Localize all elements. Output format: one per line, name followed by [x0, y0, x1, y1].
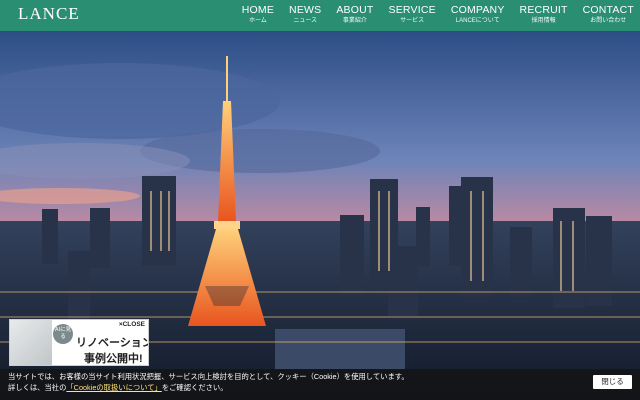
nav-sublabel: LANCEについて [455, 18, 500, 24]
nav-sublabel: お問い合わせ [590, 18, 627, 24]
site-logo[interactable]: LANCE [18, 4, 80, 24]
nav-item-about[interactable]: ABOUT 事業紹介 [336, 4, 373, 26]
nav-item-news[interactable]: NEWS ニュース [289, 4, 321, 26]
nav-label: HOME [241, 4, 275, 16]
site-header: LANCE HOME ホーム NEWS ニュース ABOUT 事業紹介 SERV… [0, 0, 640, 31]
cookie-details-prefix: 詳しくは、当社の [8, 383, 67, 392]
cookie-consent-bar: 当サイトでは、お客様の当サイト利用状況把握、サービス向上検討を目的として、クッキ… [0, 369, 640, 400]
nav-label: ABOUT [336, 4, 374, 16]
cookie-close-button[interactable]: 閉じる [593, 375, 632, 389]
nav-item-contact[interactable]: CONTACT お問い合わせ [583, 4, 634, 26]
promo-subtitle: 事例公開中! [84, 353, 143, 365]
nav-item-recruit[interactable]: RECRUIT 採用情報 [520, 4, 568, 26]
cookie-policy-link[interactable]: 「Cookieの取扱いについて」 [66, 383, 161, 392]
nav-label: RECRUIT [519, 4, 568, 16]
renovation-promo-banner[interactable]: AIに見る リノベーション 事例公開中! ×CLOSE [9, 319, 149, 366]
nav-label: SERVICE [388, 4, 436, 16]
main-nav: HOME ホーム NEWS ニュース ABOUT 事業紹介 SERVICE サー… [227, 4, 634, 26]
nav-item-service[interactable]: SERVICE サービス [389, 4, 436, 26]
nav-sublabel: サービス [400, 18, 425, 24]
nav-label: CONTACT [582, 4, 634, 16]
nav-label: NEWS [289, 4, 322, 16]
nav-sublabel: ホーム [248, 18, 267, 24]
nav-sublabel: 採用情報 [531, 18, 556, 24]
nav-sublabel: 事業紹介 [342, 18, 367, 24]
promo-badge: AIに見る [53, 324, 73, 344]
cookie-message: 当サイトでは、お客様の当サイト利用状況把握、サービス向上検討を目的として、クッキ… [8, 372, 409, 381]
promo-thumbnail [10, 320, 52, 365]
nav-item-home[interactable]: HOME ホーム [242, 4, 274, 26]
nav-item-company[interactable]: COMPANY LANCEについて [451, 4, 505, 26]
cookie-details-suffix: をご確認ください。 [161, 383, 228, 392]
nav-sublabel: ニュース [293, 18, 318, 24]
nav-label: COMPANY [450, 4, 505, 16]
promo-title: リノベーション [76, 337, 149, 349]
cookie-details-line: 詳しくは、当社の「Cookieの取扱いについて」をご確認ください。 [8, 383, 228, 393]
promo-close-button[interactable]: ×CLOSE [119, 321, 145, 328]
